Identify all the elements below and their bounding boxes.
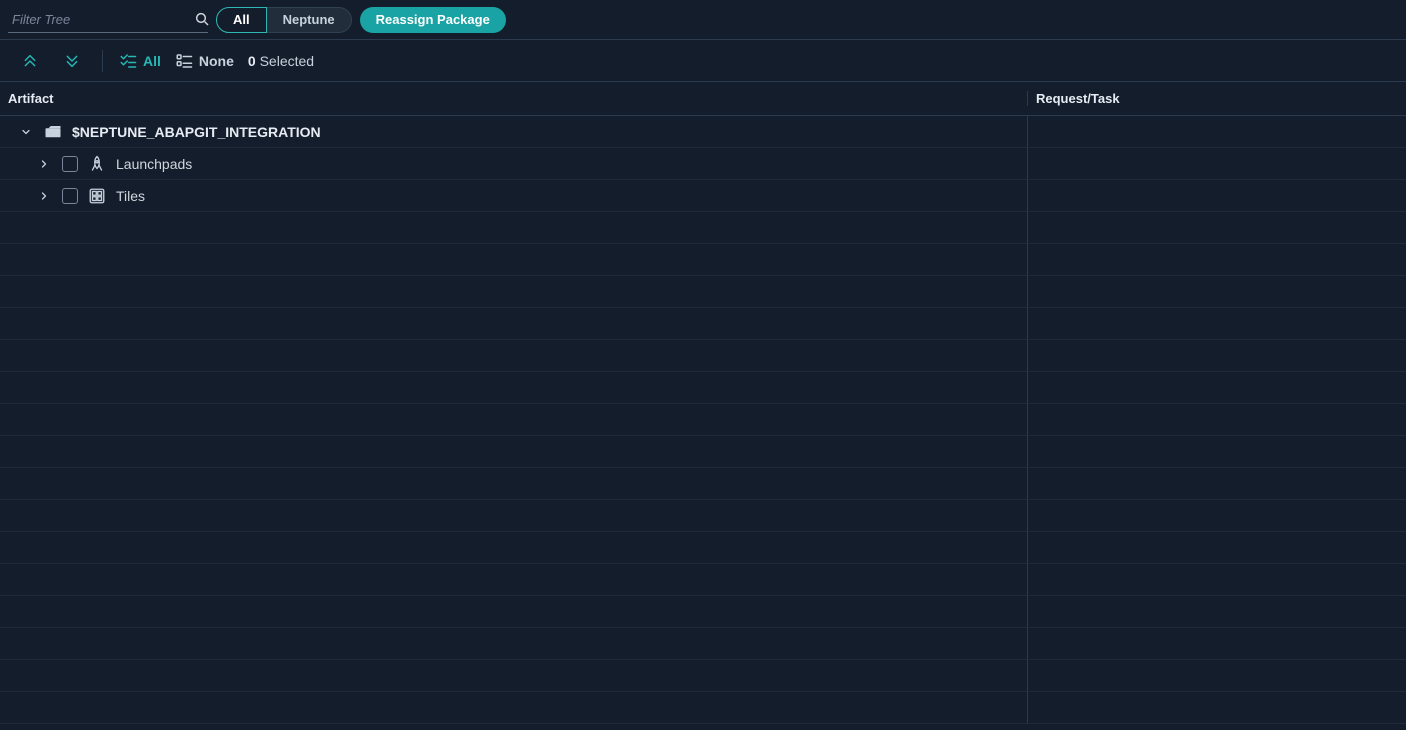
table-row [0, 276, 1406, 308]
cell-request-task [1028, 180, 1406, 211]
table-header: Artifact Request/Task [0, 82, 1406, 116]
table-row [0, 532, 1406, 564]
select-all-button[interactable]: All [119, 52, 161, 70]
table-row [0, 212, 1406, 244]
table-row [0, 244, 1406, 276]
table-row [0, 468, 1406, 500]
tree-row-launchpads[interactable]: Launchpads [0, 148, 1406, 180]
checkbox[interactable] [62, 188, 78, 204]
table-row [0, 500, 1406, 532]
tree-row-package[interactable]: $NEPTUNE_ABAPGIT_INTEGRATION [0, 116, 1406, 148]
cell-request-task [1028, 148, 1406, 179]
chevron-down-icon[interactable] [18, 124, 34, 140]
tiles-icon [88, 187, 106, 205]
table-row [0, 660, 1406, 692]
tree-table-body: $NEPTUNE_ABAPGIT_INTEGRATION Launchpads [0, 116, 1406, 730]
select-all-icon [119, 52, 137, 70]
select-all-label: All [143, 53, 161, 69]
selected-count-number: 0 [248, 53, 256, 69]
column-header-artifact[interactable]: Artifact [0, 91, 1028, 106]
cell-request-task [1028, 116, 1406, 147]
table-row [0, 340, 1406, 372]
filter-tree-field [8, 7, 208, 33]
cell-artifact: $NEPTUNE_ABAPGIT_INTEGRATION [0, 116, 1028, 147]
select-none-icon [175, 52, 193, 70]
tree-item-label: Tiles [116, 188, 145, 204]
collapse-all-icon[interactable] [16, 47, 44, 75]
reassign-package-button[interactable]: Reassign Package [360, 7, 506, 33]
tree-row-tiles[interactable]: Tiles [0, 180, 1406, 212]
table-row [0, 404, 1406, 436]
column-header-request-task[interactable]: Request/Task [1028, 91, 1406, 106]
selection-bar: All None 0 Selected [0, 40, 1406, 82]
checkbox[interactable] [62, 156, 78, 172]
table-row [0, 308, 1406, 340]
table-row [0, 372, 1406, 404]
table-row [0, 692, 1406, 724]
package-label: $NEPTUNE_ABAPGIT_INTEGRATION [72, 124, 321, 140]
filter-tree-input[interactable] [8, 12, 194, 27]
filter-scope-all-button[interactable]: All [216, 7, 267, 33]
launchpad-icon [88, 155, 106, 173]
table-row [0, 436, 1406, 468]
select-none-button[interactable]: None [175, 52, 234, 70]
filter-scope-segmented: All Neptune [216, 7, 352, 33]
cell-artifact: Launchpads [0, 148, 1028, 179]
tree-item-label: Launchpads [116, 156, 192, 172]
select-none-label: None [199, 53, 234, 69]
cell-artifact: Tiles [0, 180, 1028, 211]
table-row [0, 564, 1406, 596]
divider [102, 50, 103, 72]
selected-count-label: Selected [260, 53, 314, 69]
search-icon[interactable] [194, 7, 210, 31]
package-icon [44, 123, 62, 141]
top-toolbar: All Neptune Reassign Package [0, 0, 1406, 40]
chevron-right-icon[interactable] [36, 156, 52, 172]
filter-scope-neptune-button[interactable]: Neptune [267, 7, 352, 33]
table-row [0, 596, 1406, 628]
table-row [0, 628, 1406, 660]
expand-all-icon[interactable] [58, 47, 86, 75]
chevron-right-icon[interactable] [36, 188, 52, 204]
selected-count: 0 Selected [248, 53, 314, 69]
